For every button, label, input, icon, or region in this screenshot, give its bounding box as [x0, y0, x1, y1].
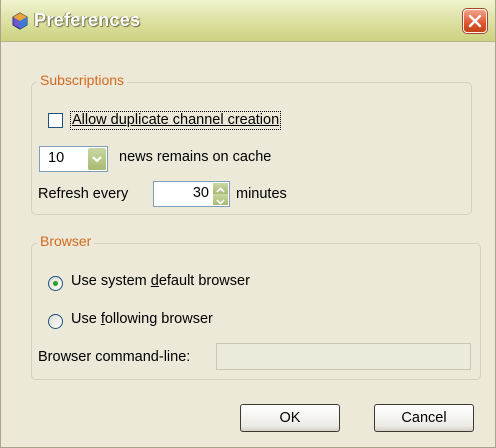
spin-down-icon	[216, 199, 225, 205]
app-icon	[11, 12, 29, 30]
spinner-up-button[interactable]	[213, 183, 228, 194]
allow-duplicate-checkbox[interactable]	[48, 113, 63, 128]
refresh-prefix-label: Refresh every	[38, 186, 129, 202]
chevron-down-icon	[92, 156, 102, 163]
preferences-window: Preferences Subscriptions Allow duplicat…	[0, 0, 496, 448]
refresh-value: 30	[192, 185, 209, 201]
command-line-input	[216, 343, 471, 370]
radio-selected-dot	[53, 281, 58, 286]
system-default-radio[interactable]	[48, 276, 63, 291]
ok-button[interactable]: OK	[240, 404, 340, 432]
combo-dropdown-button[interactable]	[88, 148, 106, 170]
following-browser-label[interactable]: Use following browser	[71, 311, 213, 327]
allow-duplicate-label[interactable]: Allow duplicate channel creation	[70, 111, 282, 130]
cache-count-combo[interactable]: 10	[39, 146, 108, 172]
title-bar[interactable]: Preferences	[1, 0, 495, 42]
spinner-down-button[interactable]	[213, 194, 228, 205]
following-browser-radio[interactable]	[48, 314, 63, 329]
cancel-button[interactable]: Cancel	[374, 404, 474, 432]
cache-count-value: 10	[48, 150, 65, 166]
command-line-label: Browser command-line:	[38, 349, 191, 365]
close-button[interactable]	[463, 9, 487, 33]
window-title: Preferences	[34, 10, 141, 30]
cache-label: news remains on cache	[119, 149, 272, 165]
system-default-label[interactable]: Use system default browser	[71, 273, 250, 289]
refresh-spinner[interactable]: 30	[153, 181, 230, 207]
refresh-suffix-label: minutes	[236, 186, 287, 202]
subscriptions-legend: Subscriptions	[37, 72, 128, 88]
browser-legend: Browser	[37, 233, 95, 249]
close-icon	[468, 14, 482, 28]
